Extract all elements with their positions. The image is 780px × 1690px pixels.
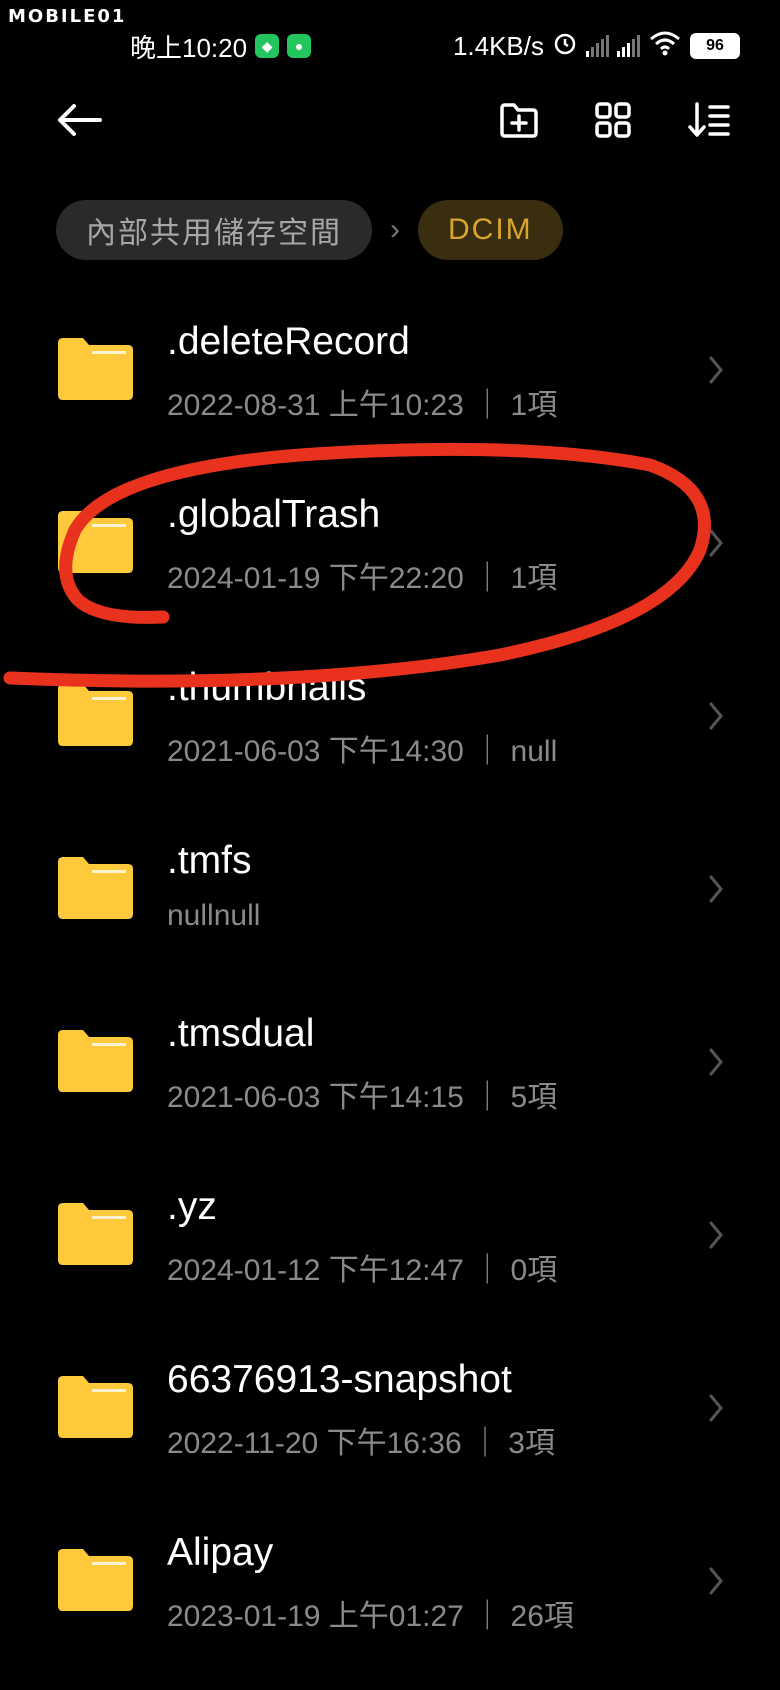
breadcrumb-current[interactable]: DCIM — [418, 200, 563, 260]
alarm-icon — [552, 30, 578, 63]
folder-meta: 2022-08-31 上午10:23 ｜ 1項 — [167, 389, 558, 422]
new-folder-icon[interactable] — [494, 95, 544, 145]
folder-icon — [58, 1203, 133, 1265]
folder-row-alipay[interactable]: Alipay 2023-01-19 上午01:27 ｜ 26項 — [0, 1511, 780, 1684]
folder-name: .tmsdual — [167, 1012, 315, 1055]
folder-meta: 2023-01-19 上午01:27 ｜ 26項 — [167, 1600, 574, 1633]
breadcrumb-root[interactable]: 內部共用儲存空間 — [56, 200, 372, 260]
folder-name: .tmfs — [167, 839, 252, 882]
folder-row-yz[interactable]: .yz 2024-01-12 下午12:47 ｜ 0項 — [0, 1165, 780, 1338]
folder-meta: 2024-01-19 下午22:20 ｜ 1項 — [167, 562, 558, 595]
folder-icon — [58, 511, 133, 573]
status-time: 晚上10:20 — [130, 32, 248, 63]
chevron-right-icon — [709, 875, 723, 903]
folder-meta: 2021-06-03 下午14:30 ｜ null — [167, 735, 558, 768]
watermark: MOBILE01 — [8, 6, 127, 27]
folder-icon — [58, 338, 133, 400]
folder-name: .deleteRecord — [167, 320, 410, 363]
network-speed: 1.4KB/s — [452, 30, 544, 61]
folder-name: 66376913-snapshot — [167, 1358, 512, 1401]
folder-row-thumbnails[interactable]: .thumbnails 2021-06-03 下午14:30 ｜ null — [0, 646, 780, 819]
folder-icon — [58, 1549, 133, 1611]
folder-icon — [58, 1376, 133, 1438]
chevron-right-icon — [709, 1048, 723, 1076]
chevron-right-icon — [709, 1221, 723, 1249]
chevron-right-icon — [709, 1394, 723, 1422]
folder-list: .deleteRecord 2022-08-31 上午10:23 ｜ 1項 .g… — [0, 300, 780, 1684]
folder-meta: 2022-11-20 下午16:36 ｜ 3項 — [167, 1427, 555, 1460]
wifi-icon — [648, 30, 682, 63]
signal-icon — [617, 35, 640, 57]
breadcrumb-separator: › — [390, 213, 400, 246]
folder-meta: 2021-06-03 下午14:15 ｜ 5項 — [167, 1081, 558, 1114]
folder-icon — [58, 1030, 133, 1092]
folder-name: .yz — [167, 1185, 217, 1228]
toolbar — [0, 95, 780, 145]
folder-row-tmsdual[interactable]: .tmsdual 2021-06-03 下午14:15 ｜ 5項 — [0, 992, 780, 1165]
folder-row-globaltrash[interactable]: .globalTrash 2024-01-19 下午22:20 ｜ 1項 — [0, 473, 780, 646]
folder-name: .globalTrash — [167, 493, 381, 536]
breadcrumb: 內部共用儲存空間 › DCIM — [56, 200, 563, 260]
folder-icon — [58, 857, 133, 919]
folder-row-tmfs[interactable]: .tmfs nullnull — [0, 819, 780, 992]
hd-signal-icon — [586, 35, 609, 57]
folder-meta: nullnull — [167, 899, 261, 932]
chevron-right-icon — [709, 529, 723, 557]
chevron-right-icon — [709, 702, 723, 730]
folder-row-snapshot[interactable]: 66376913-snapshot 2022-11-20 下午16:36 ｜ 3… — [0, 1338, 780, 1511]
sort-icon[interactable] — [684, 95, 734, 145]
folder-meta: 2024-01-12 下午12:47 ｜ 0項 — [167, 1254, 558, 1287]
back-arrow-icon[interactable] — [54, 95, 104, 145]
grid-view-icon[interactable] — [588, 95, 638, 145]
chevron-right-icon — [709, 1567, 723, 1595]
shield-app-icon: ◆ — [255, 34, 280, 58]
wechat-icon: ● — [287, 34, 312, 58]
chevron-right-icon — [709, 356, 723, 384]
status-bar: 晚上10:20 ◆ ● 1.4KB/s 96 — [130, 26, 740, 66]
folder-row-deleterecord[interactable]: .deleteRecord 2022-08-31 上午10:23 ｜ 1項 — [0, 300, 780, 473]
folder-icon — [58, 684, 133, 746]
folder-name: .thumbnails — [167, 666, 367, 709]
battery-icon: 96 — [690, 33, 740, 59]
folder-name: Alipay — [167, 1531, 274, 1574]
